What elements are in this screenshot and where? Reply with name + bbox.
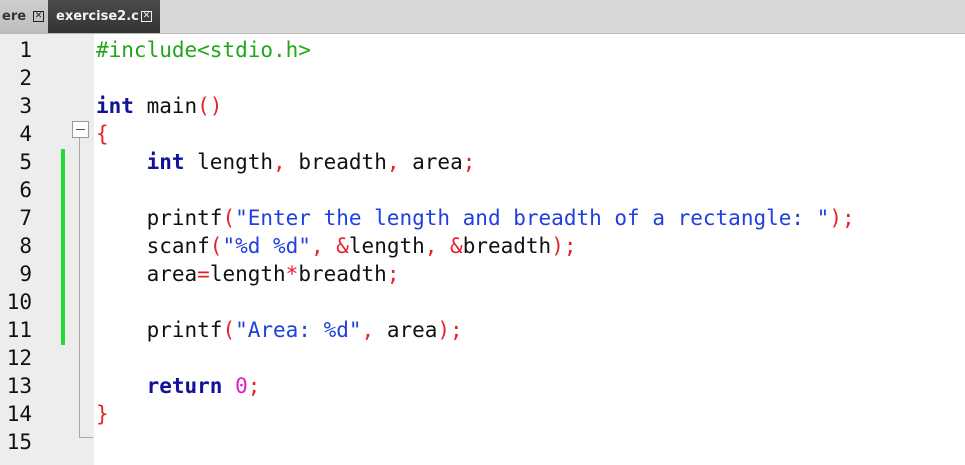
change-marker (61, 149, 65, 177)
code-line: printf("Area: %d", area); (96, 316, 463, 344)
code-token: , & (310, 234, 349, 258)
code-token: ); (829, 206, 855, 230)
code-line: { (96, 120, 109, 148)
code-token: area (374, 318, 438, 342)
code-token: * (285, 262, 299, 286)
line-number: 10 (6, 290, 32, 314)
code-line: #include<stdio.h> (96, 36, 311, 64)
code-token: main (133, 94, 198, 118)
line-number: 3 (19, 94, 32, 118)
line-number-gutter: 1 2 3 4 5 6 7 8 9 10 11 12 13 14 15 (0, 34, 94, 465)
line-number: 7 (19, 206, 32, 230)
code-token: "%d %d" (222, 234, 311, 258)
tab-label: exercise2.c (56, 9, 139, 24)
close-icon[interactable]: ✕ (141, 11, 152, 22)
line-number: 4 (19, 122, 32, 146)
line-number: 14 (6, 402, 32, 426)
line-number: 9 (19, 262, 32, 286)
change-marker (61, 205, 65, 233)
code-token: area (399, 150, 463, 174)
fold-guide-line (79, 136, 80, 438)
code-line: int main() (96, 92, 222, 120)
code-token: ; (462, 150, 476, 174)
line-number: 8 (19, 234, 32, 258)
code-token: printf (96, 318, 223, 342)
line-number: 11 (6, 318, 32, 342)
change-marker (61, 289, 65, 317)
code-token: , (273, 150, 286, 174)
code-token: length (348, 234, 425, 258)
code-line: int length, breadth, area; (96, 148, 476, 176)
fold-guide-end (79, 437, 93, 438)
code-token: ); (551, 234, 577, 258)
code-token: breadth (285, 150, 387, 174)
code-token: int (146, 150, 185, 174)
code-token: ( (209, 234, 223, 258)
code-token: } (96, 402, 109, 426)
code-token: , & (424, 234, 463, 258)
code-token: () (197, 94, 223, 118)
code-line: area=length*breadth; (96, 260, 400, 288)
line-number: 2 (19, 66, 32, 90)
code-line: printf("Enter the length and breadth of … (96, 204, 855, 232)
fold-collapse-icon[interactable] (72, 121, 89, 138)
code-token: printf (96, 206, 223, 230)
change-marker (61, 261, 65, 289)
code-token: ; (386, 262, 400, 286)
tab-label: ere (2, 9, 27, 24)
close-icon[interactable]: ✕ (33, 11, 44, 22)
code-token: length (184, 150, 274, 174)
code-token: ; (247, 374, 261, 398)
tab-bar: ere ✕ exercise2.c ✕ (0, 0, 965, 34)
code-token: , (361, 318, 375, 342)
change-marker (61, 317, 65, 345)
code-token: "Enter the length and breadth of a recta… (235, 206, 830, 230)
code-token: "Area: %d" (235, 318, 362, 342)
code-token: area (96, 262, 198, 286)
line-number: 12 (6, 346, 32, 370)
code-token: ); (437, 318, 463, 342)
change-marker (61, 177, 65, 205)
line-number: 6 (19, 178, 32, 202)
line-number: 13 (6, 374, 32, 398)
code-token: length (209, 262, 286, 286)
code-token: { (96, 122, 109, 146)
code-token: int (96, 94, 134, 118)
line-number: 1 (19, 38, 32, 62)
line-number: 5 (19, 150, 32, 174)
code-token: ( (222, 206, 236, 230)
code-line: return 0; (96, 372, 261, 400)
code-token: scanf (96, 234, 210, 258)
line-number: 15 (6, 430, 32, 454)
code-line: } (96, 400, 109, 428)
code-editor[interactable]: #include<stdio.h> int main(){ int length,… (94, 34, 965, 465)
code-token: breadth (298, 262, 387, 286)
tab-exercise2-c[interactable]: exercise2.c ✕ (48, 0, 160, 33)
code-token: ( (222, 318, 236, 342)
code-token: return (146, 374, 223, 398)
tab-previous-file[interactable]: ere ✕ (0, 0, 48, 33)
code-token: #include<stdio.h> (96, 38, 311, 62)
code-token: 0 (235, 374, 248, 398)
code-line: scanf("%d %d", &length, &breadth); (96, 232, 577, 260)
change-marker (61, 233, 65, 261)
code-token: breadth (462, 234, 552, 258)
code-token: = (197, 262, 210, 286)
code-token: , (386, 150, 400, 174)
